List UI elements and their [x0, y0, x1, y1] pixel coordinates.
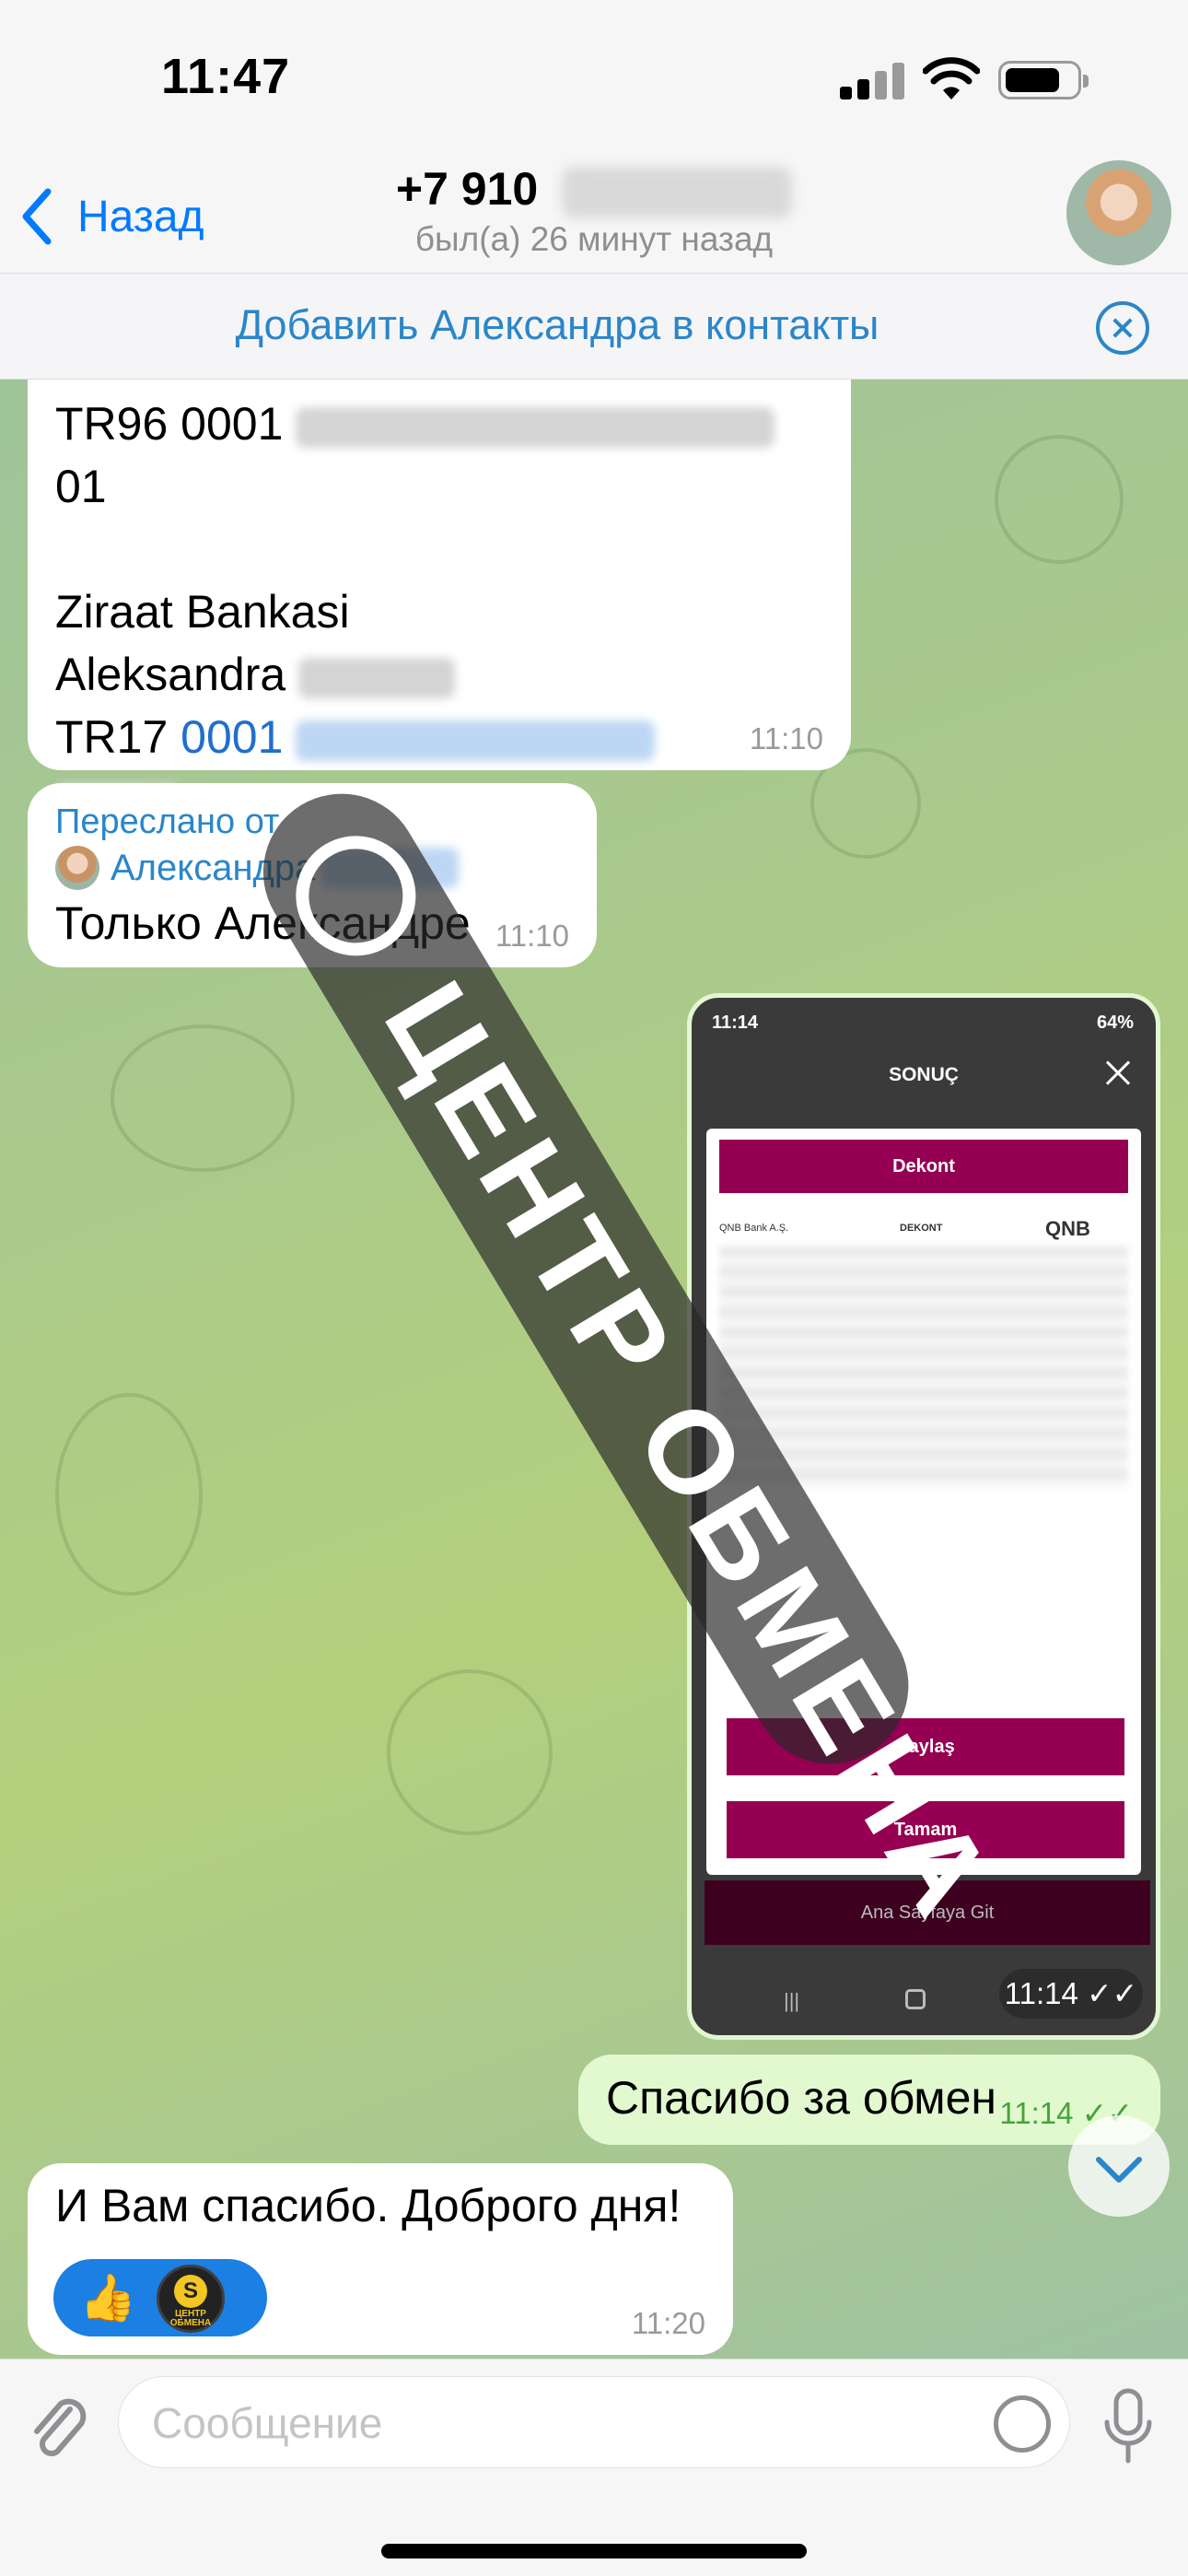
- chat-title: +7 910: [395, 162, 793, 218]
- cellular-signal-icon: [840, 63, 904, 100]
- chat-header: Назад +7 910 был(а) 26 минут назад: [0, 157, 1188, 273]
- battery-icon: [998, 61, 1089, 100]
- redacted-link-text: [320, 848, 460, 888]
- screenshot-sheet: Dekont QNB Bank A.Ş. DEKONT QNB Paylaş T…: [706, 1129, 1141, 1875]
- message-line: [55, 518, 823, 580]
- paperclip-icon[interactable]: [26, 2391, 90, 2468]
- redacted-document: [719, 1247, 1128, 1488]
- redacted-text: [298, 657, 456, 698]
- message-composer: [0, 2359, 1188, 2576]
- screenshot-dekont-button: Dekont: [719, 1140, 1128, 1193]
- chat-title-phone: +7 910: [395, 163, 539, 215]
- scroll-to-bottom-button[interactable]: [1068, 2115, 1170, 2217]
- reactions-pill[interactable]: 👍 S ЦЕНТР ОБМЕНА: [53, 2259, 267, 2336]
- close-icon: [1102, 1059, 1132, 1088]
- message-input[interactable]: [152, 2395, 981, 2451]
- redacted-phone: [562, 166, 793, 218]
- background-doodle: [111, 1025, 295, 1172]
- message-time: 11:10: [495, 919, 569, 953]
- redacted-text: [296, 406, 775, 448]
- message-time: 11:20: [631, 2306, 705, 2340]
- screenshot-battery: 64%: [1096, 1013, 1134, 1033]
- chat-title-area[interactable]: +7 910 был(а) 26 минут назад: [350, 162, 838, 259]
- home-icon: [905, 1989, 926, 2009]
- message-text: Спасибо за обмен: [606, 2072, 997, 2124]
- exchange-logo-icon: S: [174, 2275, 207, 2308]
- image-message[interactable]: 11:14 64% SONUÇ Dekont QNB Bank A.Ş. DEK…: [687, 993, 1160, 2040]
- message-text: Только Александре: [55, 897, 471, 949]
- message-bubble-incoming[interactable]: И Вам спасибо. Доброго дня! 👍 S ЦЕНТР ОБ…: [28, 2163, 733, 2355]
- close-icon[interactable]: [1096, 301, 1149, 355]
- microphone-icon[interactable]: [1101, 2387, 1155, 2465]
- message-line: TR17 0001: [55, 706, 823, 768]
- chat-history[interactable]: TR96 0001 01 Ziraat Bankasi Aleksandra T…: [0, 380, 1188, 2359]
- sticker-icon[interactable]: [994, 2395, 1051, 2453]
- reactor-avatar: S ЦЕНТР ОБМЕНА: [157, 2265, 225, 2333]
- message-time: 11:10: [749, 721, 823, 755]
- avatar[interactable]: [1066, 160, 1171, 265]
- redacted-link-text: [296, 720, 656, 761]
- add-contact-banner: Добавить Александра в контакты: [0, 273, 1188, 380]
- forwarded-author[interactable]: Александра: [55, 844, 569, 892]
- screenshot-home-link: Ana Sayfaya Git: [705, 1880, 1150, 1945]
- qnb-logo: QNB: [1045, 1217, 1090, 1240]
- message-bubble-forwarded[interactable]: Переслано от Александра Только Александр…: [28, 783, 597, 967]
- chevron-down-icon: [1096, 2157, 1142, 2183]
- wifi-icon: [923, 57, 980, 100]
- chevron-left-icon: [22, 188, 52, 245]
- forwarded-author-avatar: [55, 846, 99, 890]
- iban-link[interactable]: 0001: [181, 711, 283, 763]
- last-seen-status: был(а) 26 минут назад: [414, 219, 774, 258]
- back-button[interactable]: Назад: [18, 184, 204, 249]
- thumbs-up-icon: 👍: [79, 2272, 137, 2324]
- background-doodle: [387, 1669, 553, 1835]
- message-input-container: [118, 2376, 1070, 2468]
- message-line: Ziraat Bankasi: [55, 586, 350, 638]
- screenshot-title: SONUÇ: [889, 1064, 959, 1085]
- screenshot-ok-button: Tamam: [727, 1801, 1124, 1858]
- background-doodle: [995, 435, 1124, 564]
- add-contact-button[interactable]: Добавить Александра в контакты: [0, 301, 1114, 349]
- status-bar: 11:47: [0, 0, 1188, 157]
- message-bubble-incoming[interactable]: TR96 0001 01 Ziraat Bankasi Aleksandra T…: [28, 380, 851, 825]
- screenshot-share-button: Paylaş: [727, 1718, 1124, 1775]
- background-doodle: [55, 1393, 203, 1596]
- message-line: TR96 0001 01: [55, 392, 823, 518]
- message-text: И Вам спасибо. Доброго дня!: [55, 2180, 681, 2231]
- message-line: Aleksandra: [55, 643, 823, 706]
- forwarded-label: Переслано от: [55, 802, 280, 841]
- status-time: 11:47: [161, 49, 291, 104]
- back-label: Назад: [77, 192, 204, 241]
- read-checkmarks-icon: ✓✓: [1077, 1976, 1138, 2010]
- recent-apps-icon: |||: [784, 1989, 800, 2012]
- message-time: 11:14 ✓✓: [999, 1969, 1143, 2019]
- home-indicator: [381, 2544, 807, 2558]
- screenshot-status-time: 11:14: [712, 1013, 759, 1033]
